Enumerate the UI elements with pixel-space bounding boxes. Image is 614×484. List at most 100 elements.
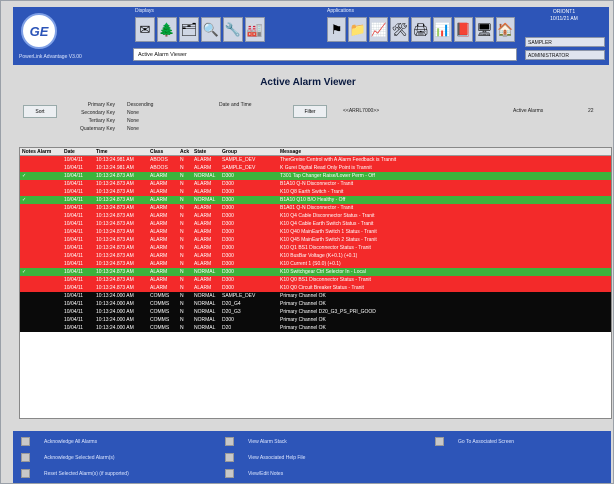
cell-date: 10/04/11 bbox=[64, 253, 84, 259]
cell-msg: Primary Channel D20_G3_PS_PRI_GOOD bbox=[280, 309, 376, 315]
reset-selected-checkbox[interactable] bbox=[21, 469, 30, 478]
user-select[interactable]: SAMPLER bbox=[525, 37, 605, 47]
cell-state: ALARM bbox=[194, 253, 212, 259]
cell-date: 10/04/11 bbox=[64, 229, 84, 235]
cell-ack: ✓ bbox=[22, 269, 27, 275]
table-row[interactable]: 10/04/11 10:13:24.873 AM ALARM N ALARM D300 B1… bbox=[20, 180, 611, 188]
ack-selected-checkbox[interactable] bbox=[21, 453, 30, 462]
display-button-4[interactable]: 🔧 bbox=[223, 17, 243, 42]
display-button-3[interactable]: 🔍 bbox=[201, 17, 221, 42]
app-button-8[interactable]: 🏠 bbox=[495, 17, 515, 42]
col-ack[interactable]: Ack bbox=[178, 148, 192, 155]
app-button-6[interactable]: 📕 bbox=[453, 17, 473, 42]
table-row[interactable]: 10/04/11 10:13:24.873 AM ALARM N ALARM D300 K1… bbox=[20, 212, 611, 220]
cell-a: N bbox=[180, 229, 184, 235]
cell-msg: Primary Channel OK bbox=[280, 293, 326, 299]
cell-msg: Primary Channel OK bbox=[280, 325, 326, 331]
cell-ack bbox=[20, 308, 62, 316]
app-button-4[interactable]: 🖨 bbox=[411, 17, 431, 42]
display-icon-5: 🏭 bbox=[246, 22, 264, 37]
table-row[interactable]: 10/04/11 10:13:24.873 AM ALARM N ALARM D300 K1… bbox=[20, 236, 611, 244]
view-alarm-stack-item[interactable]: View Alarm Stack bbox=[225, 437, 287, 446]
table-row[interactable]: 10/04/11 10:13:24.873 AM ALARM N ALARM D300 K1… bbox=[20, 284, 611, 292]
cell-date: 10/04/11 bbox=[64, 221, 84, 227]
table-row[interactable]: 10/04/11 10:13:24.873 AM ALARM N ALARM D300 K1… bbox=[20, 188, 611, 196]
cell-a: N bbox=[180, 309, 184, 315]
cell-ack bbox=[20, 276, 62, 284]
table-row[interactable]: 10/04/11 10:13:24.873 AM ALARM N ALARM D300 B1… bbox=[20, 204, 611, 212]
displays-toolbar: ✉ 🌲 🗂 🔍 🔧 🏭 bbox=[133, 15, 305, 45]
goto-screen-item[interactable]: Go To Associated Screen bbox=[435, 437, 514, 446]
table-row[interactable]: 10/04/11 10:13:24.000 AM COMMS N NORMAL D20_G… bbox=[20, 300, 611, 308]
col-group[interactable]: Group bbox=[220, 148, 278, 155]
cell-a: N bbox=[180, 253, 184, 259]
table-row[interactable]: 10/04/11 10:13:24.000 AM COMMS N NORMAL D20_G… bbox=[20, 308, 611, 316]
view-help-checkbox[interactable] bbox=[225, 453, 234, 462]
ack-all-item[interactable]: Acknowledge All Alarms bbox=[21, 437, 97, 446]
col-notes-alarm[interactable]: Notes Alarm bbox=[20, 148, 62, 155]
app-button-3[interactable]: 🛠 bbox=[390, 17, 410, 42]
app-icon-7: 🖥 bbox=[476, 22, 493, 37]
app-button-5[interactable]: 📊 bbox=[432, 17, 452, 42]
cell-state: ALARM bbox=[194, 213, 212, 219]
ack-all-checkbox[interactable] bbox=[21, 437, 30, 446]
cell-state: NORMAL bbox=[194, 173, 216, 179]
view-alarm-stack-checkbox[interactable] bbox=[225, 437, 234, 446]
display-button-5[interactable]: 🏭 bbox=[245, 17, 265, 42]
ack-selected-item[interactable]: Acknowledge Selected Alarm(s) bbox=[21, 453, 115, 462]
cell-date: 10/04/11 bbox=[64, 213, 84, 219]
col-class[interactable]: Class bbox=[148, 148, 178, 155]
view-notes-checkbox[interactable] bbox=[225, 469, 234, 478]
cell-state: ALARM bbox=[194, 245, 212, 251]
app-button-1[interactable]: 📁 bbox=[348, 17, 368, 42]
col-state[interactable]: State bbox=[192, 148, 220, 155]
app-button-2[interactable]: 📈 bbox=[369, 17, 389, 42]
cell-a: N bbox=[180, 237, 184, 243]
cell-ack bbox=[20, 228, 62, 236]
table-row[interactable]: 10/04/11 10:13:24.873 AM ALARM N ALARM D300 K1… bbox=[20, 260, 611, 268]
table-row[interactable]: ✓ 10/04/11 10:13:24.873 AM ALARM N NORMAL D300… bbox=[20, 268, 611, 276]
goto-screen-checkbox[interactable] bbox=[435, 437, 444, 446]
cell-group: SAMPLE_DEV bbox=[222, 293, 256, 299]
cell-msg: K10 BusBar Voltage (K+0.1) (+0.1) bbox=[280, 253, 358, 259]
sort-button[interactable]: Sort bbox=[23, 105, 57, 118]
cell-group: D300 bbox=[222, 181, 234, 187]
display-button-0[interactable]: ✉ bbox=[135, 17, 155, 42]
cell-a: N bbox=[180, 325, 184, 331]
table-row[interactable]: 10/04/11 10:13:24.000 AM COMMS N NORMAL SAMPL… bbox=[20, 292, 611, 300]
display-button-1[interactable]: 🌲 bbox=[157, 17, 177, 42]
cell-class: COMMS bbox=[150, 317, 170, 323]
table-row[interactable]: 10/04/11 10:13:24.000 AM COMMS N NORMAL D300 P… bbox=[20, 316, 611, 324]
table-row[interactable]: ✓ 10/04/11 10:13:24.873 AM ALARM N NORMAL D300… bbox=[20, 172, 611, 180]
cell-time: 10:13:24.981 AM bbox=[96, 157, 134, 163]
cell-state: ALARM bbox=[194, 205, 212, 211]
app-icon-2: 📈 bbox=[370, 22, 387, 37]
cell-date: 10/04/11 bbox=[64, 197, 84, 203]
app-icon-6: 📕 bbox=[455, 22, 472, 37]
filter-button[interactable]: Filter bbox=[293, 105, 327, 118]
app-button-0[interactable]: ⚑ bbox=[327, 17, 347, 42]
sort-key-value: None bbox=[127, 118, 139, 124]
table-row[interactable]: ✓ 10/04/11 10:13:24.873 AM ALARM N NORMAL D300… bbox=[20, 196, 611, 204]
table-row[interactable]: 10/04/11 10:13:24.981 AM ABOOS N ALARM SAMPLE… bbox=[20, 156, 611, 164]
col-message[interactable]: Message bbox=[278, 148, 611, 155]
cell-class: ALARM bbox=[150, 245, 168, 251]
table-row[interactable]: 10/04/11 10:13:24.873 AM ALARM N ALARM D300 K1… bbox=[20, 276, 611, 284]
cell-date: 10/04/11 bbox=[64, 245, 84, 251]
reset-selected-item[interactable]: Reset Selected Alarm(s) (if supported) bbox=[21, 469, 129, 478]
display-button-2[interactable]: 🗂 bbox=[179, 17, 199, 42]
view-notes-item[interactable]: View/Edit Notes bbox=[225, 469, 283, 478]
table-row[interactable]: 10/04/11 10:13:24.873 AM ALARM N ALARM D300 K1… bbox=[20, 244, 611, 252]
table-row[interactable]: 10/04/11 10:13:24.873 AM ALARM N ALARM D300 K1… bbox=[20, 220, 611, 228]
table-row[interactable]: 10/04/11 10:13:24.981 AM ABOOS N ALARM SAMPLE… bbox=[20, 164, 611, 172]
cell-a: N bbox=[180, 221, 184, 227]
sort-key-value: None bbox=[127, 110, 139, 116]
app-icon-3: 🛠 bbox=[391, 22, 409, 37]
col-time[interactable]: Time bbox=[94, 148, 148, 155]
app-button-7[interactable]: 🖥 bbox=[474, 17, 494, 42]
view-help-item[interactable]: View Associated Help File bbox=[225, 453, 305, 462]
table-row[interactable]: 10/04/11 10:13:24.000 AM COMMS N NORMAL D20 Pr… bbox=[20, 324, 611, 332]
table-row[interactable]: 10/04/11 10:13:24.873 AM ALARM N ALARM D300 K1… bbox=[20, 252, 611, 260]
table-row[interactable]: 10/04/11 10:13:24.873 AM ALARM N ALARM D300 K1… bbox=[20, 228, 611, 236]
col-date[interactable]: Date bbox=[62, 148, 94, 155]
